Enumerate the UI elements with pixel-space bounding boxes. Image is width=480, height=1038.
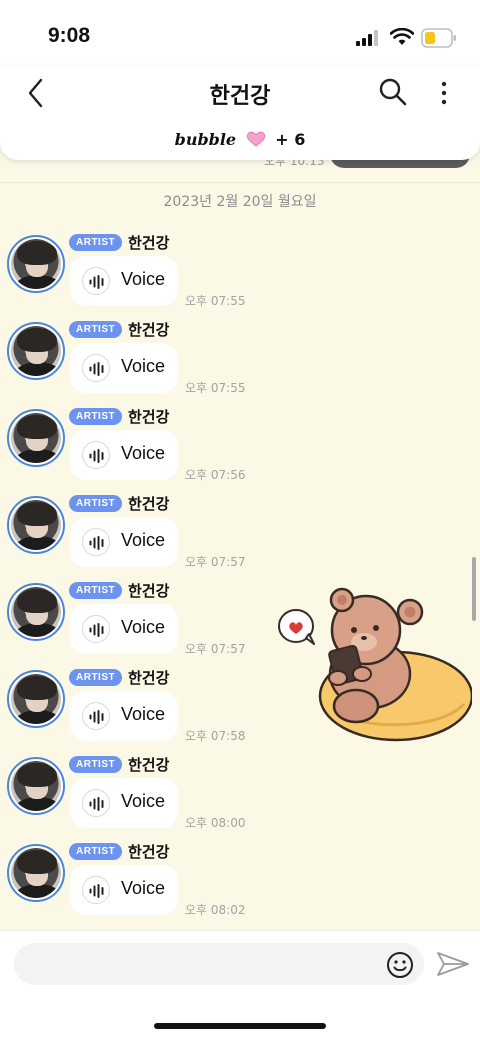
- waveform-icon[interactable]: [82, 876, 110, 904]
- emoji-icon[interactable]: [386, 951, 414, 979]
- message-time: 오후 08:00: [185, 816, 246, 830]
- artist-badge: ARTIST: [69, 321, 123, 338]
- status-bar: 9:08: [0, 0, 480, 66]
- sender-name[interactable]: 한건강: [128, 580, 169, 601]
- sender-avatar[interactable]: [7, 844, 65, 902]
- waveform-icon[interactable]: [82, 267, 110, 295]
- voice-label: Voice: [121, 269, 166, 289]
- voice-label: Voice: [121, 443, 166, 463]
- sender-name[interactable]: 한건강: [128, 406, 169, 427]
- voice-message-bubble[interactable]: Voice: [70, 430, 178, 480]
- sender-name[interactable]: 한건강: [128, 667, 169, 688]
- voice-label: Voice: [121, 791, 166, 811]
- sender-avatar[interactable]: [7, 235, 65, 293]
- waveform-icon[interactable]: [82, 354, 110, 382]
- message-time: 오후 07:57: [185, 642, 246, 656]
- cellular-signal-icon: [356, 30, 378, 46]
- sender-avatar[interactable]: [7, 670, 65, 728]
- sender-name[interactable]: 한건강: [128, 232, 169, 253]
- wifi-icon: [390, 28, 414, 45]
- voice-message-bubble[interactable]: Voice: [70, 778, 178, 828]
- sender-avatar[interactable]: [7, 757, 65, 815]
- send-icon[interactable]: [436, 949, 470, 979]
- voice-message-bubble[interactable]: Voice: [70, 256, 178, 306]
- sender-avatar[interactable]: [7, 496, 65, 554]
- artist-badge: ARTIST: [69, 756, 123, 773]
- message-time: 오후 07:55: [185, 294, 246, 308]
- message-row: ARTIST 한건강 Voice 오후 08:00: [0, 754, 480, 841]
- message-time: 오후 08:02: [185, 903, 246, 917]
- voice-label: Voice: [121, 617, 166, 637]
- message-row: ARTIST 한건강 Voice 오후 08:02: [0, 841, 480, 928]
- message-row: ARTIST 한건강 Voice 오후 07:56: [0, 406, 480, 493]
- heart-icon: [246, 131, 265, 147]
- waveform-icon[interactable]: [82, 441, 110, 469]
- message-time: 오후 07:55: [185, 381, 246, 395]
- avatar-photo: [11, 848, 61, 898]
- voice-message-bubble[interactable]: Voice: [70, 691, 178, 741]
- battery-icon: [421, 28, 456, 48]
- artist-badge: ARTIST: [69, 843, 123, 860]
- voice-message-bubble[interactable]: Voice: [70, 517, 178, 567]
- bubble-member-summary[interactable]: bubble + 6: [0, 130, 480, 149]
- message-row: ARTIST 한건강 Voice 오후 07:55: [0, 232, 480, 319]
- divider: [0, 182, 480, 183]
- waveform-icon[interactable]: [82, 702, 110, 730]
- voice-message-bubble[interactable]: Voice: [70, 604, 178, 654]
- speech-bubble-icon: [278, 609, 315, 645]
- sender-name[interactable]: 한건강: [128, 841, 169, 862]
- message-row: ARTIST 한건강 Voice 오후 07:55: [0, 319, 480, 406]
- artist-badge: ARTIST: [69, 408, 123, 425]
- member-count: + 6: [275, 130, 306, 149]
- date-separator: 2023년 2월 20일 월요일: [163, 194, 317, 210]
- artist-badge: ARTIST: [69, 234, 123, 251]
- avatar-photo: [11, 587, 61, 637]
- message-input[interactable]: [14, 943, 424, 985]
- avatar-photo: [11, 500, 61, 550]
- sender-name[interactable]: 한건강: [128, 493, 169, 514]
- voice-label: Voice: [121, 356, 166, 376]
- search-button[interactable]: [377, 76, 409, 108]
- voice-message-bubble[interactable]: Voice: [70, 865, 178, 915]
- avatar-photo: [11, 761, 61, 811]
- scrollbar[interactable]: [472, 557, 476, 621]
- artist-badge: ARTIST: [69, 495, 123, 512]
- voice-label: Voice: [121, 878, 166, 898]
- avatar-photo: [11, 239, 61, 289]
- voice-message-bubble[interactable]: Voice: [70, 343, 178, 393]
- more-options-button[interactable]: [433, 78, 455, 108]
- sender-name[interactable]: 한건강: [128, 754, 169, 775]
- chat-header: 한건강 bubble + 6: [0, 66, 480, 160]
- artist-badge: ARTIST: [69, 669, 123, 686]
- waveform-icon[interactable]: [82, 615, 110, 643]
- avatar-photo: [11, 674, 61, 724]
- voice-label: Voice: [121, 530, 166, 550]
- bubble-logo: bubble: [174, 130, 237, 149]
- sender-avatar[interactable]: [7, 409, 65, 467]
- message-time: 오후 07:56: [185, 468, 246, 482]
- avatar-photo: [11, 326, 61, 376]
- sender-avatar[interactable]: [7, 583, 65, 641]
- message-time: 오후 07:58: [185, 729, 246, 743]
- message-time: 오후 07:57: [185, 555, 246, 569]
- avatar-photo: [11, 413, 61, 463]
- message-row: ARTIST 한건강 Voice 오후 07:57: [0, 493, 480, 580]
- sender-name[interactable]: 한건강: [128, 319, 169, 340]
- waveform-icon[interactable]: [82, 789, 110, 817]
- status-time: 9:08: [48, 24, 91, 47]
- sender-avatar[interactable]: [7, 322, 65, 380]
- waveform-icon[interactable]: [82, 528, 110, 556]
- voice-label: Voice: [121, 704, 166, 724]
- home-indicator: [154, 1023, 326, 1029]
- message-composer: [0, 930, 480, 1038]
- artist-badge: ARTIST: [69, 582, 123, 599]
- bear-sticker: [278, 587, 472, 742]
